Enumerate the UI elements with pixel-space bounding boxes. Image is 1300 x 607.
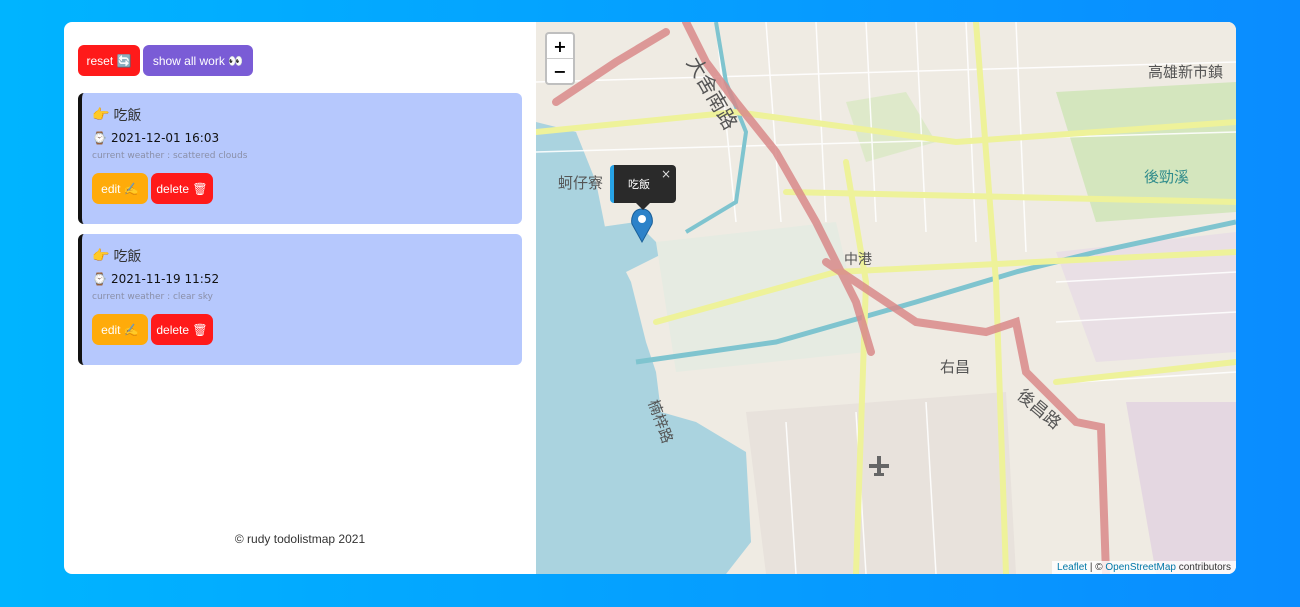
task-title: 吃飯 bbox=[113, 108, 142, 124]
show-all-work-button[interactable]: show all work 👀 bbox=[143, 45, 253, 76]
pointing-hand-icon: 👉 bbox=[92, 107, 110, 123]
toolbar: reset 🔄 show all work 👀 bbox=[78, 45, 522, 76]
task-weather: current weather : scattered clouds bbox=[92, 151, 248, 161]
task-datetime: 2021-11-19 11:52 bbox=[110, 272, 220, 286]
task-weather: current weather : clear sky bbox=[92, 292, 213, 302]
task-title: 吃飯 bbox=[113, 249, 142, 265]
footer-copyright: © rudy todolistmap 2021 bbox=[234, 532, 366, 546]
task-title-row: 👉 吃飯 bbox=[92, 246, 512, 266]
refresh-icon: 🔄 bbox=[116, 53, 132, 68]
app-card: reset 🔄 show all work 👀 👉 吃飯 ⌚ 2021-12-0… bbox=[64, 22, 1236, 574]
close-icon[interactable]: × bbox=[661, 167, 671, 181]
zoom-in-button[interactable]: + bbox=[547, 34, 573, 58]
delete-button[interactable]: delete 🗑 bbox=[151, 314, 213, 345]
writing-hand-icon: ✍ bbox=[123, 322, 139, 337]
task-time-row: ⌚ 2021-12-01 16:03 bbox=[92, 131, 512, 145]
reset-button[interactable]: reset 🔄 bbox=[78, 45, 140, 76]
edit-button[interactable]: edit ✍ bbox=[92, 173, 148, 204]
watch-icon: ⌚ bbox=[92, 272, 107, 286]
edit-label: edit bbox=[101, 181, 121, 196]
leaflet-link[interactable]: Leaflet bbox=[1057, 562, 1087, 573]
eyes-icon: 👀 bbox=[228, 53, 244, 68]
reset-label: reset bbox=[86, 53, 114, 68]
attribution-separator: | © bbox=[1087, 562, 1106, 573]
task-card: 👉 吃飯 ⌚ 2021-11-19 11:52 current weather … bbox=[78, 234, 522, 365]
zoom-control: + − bbox=[545, 32, 575, 85]
show-all-label: show all work bbox=[152, 53, 225, 68]
map-label: 右昌 bbox=[940, 358, 970, 376]
map-label: 高雄新市鎮 bbox=[1148, 63, 1223, 81]
map-view[interactable]: 大舍南路 蚵仔寮 後勁溪 高雄新市鎮 中港 右昌 後昌路 楠梓路 + − 吃飯 … bbox=[536, 22, 1236, 574]
task-actions: edit ✍ delete 🗑 bbox=[92, 173, 512, 204]
task-title-row: 👉 吃飯 bbox=[92, 105, 512, 125]
map-attribution: Leaflet | © OpenStreetMap contributors bbox=[1052, 561, 1236, 574]
openstreetmap-link[interactable]: OpenStreetMap bbox=[1105, 562, 1176, 573]
edit-button[interactable]: edit ✍ bbox=[92, 314, 148, 345]
map-label: 後昌路 bbox=[1013, 386, 1065, 434]
writing-hand-icon: ✍ bbox=[123, 181, 139, 196]
trash-icon: 🗑 bbox=[192, 322, 208, 337]
pointing-hand-icon: 👉 bbox=[92, 248, 110, 264]
map-label: 中港 bbox=[844, 252, 872, 268]
todo-panel: reset 🔄 show all work 👀 👉 吃飯 ⌚ 2021-12-0… bbox=[64, 22, 536, 574]
task-actions: edit ✍ delete 🗑 bbox=[92, 314, 512, 345]
map-label: 蚵仔寮 bbox=[558, 174, 603, 192]
trash-icon: 🗑 bbox=[192, 181, 208, 196]
delete-button[interactable]: delete 🗑 bbox=[151, 173, 213, 204]
popup-text: 吃飯 bbox=[628, 178, 650, 191]
watch-icon: ⌚ bbox=[92, 131, 107, 145]
map-tiles[interactable]: 大舍南路 蚵仔寮 後勁溪 高雄新市鎮 中港 右昌 後昌路 楠梓路 bbox=[536, 22, 1236, 574]
delete-label: delete bbox=[156, 181, 190, 196]
delete-label: delete bbox=[156, 322, 190, 337]
task-datetime: 2021-12-01 16:03 bbox=[110, 131, 220, 145]
map-label: 後勁溪 bbox=[1144, 168, 1189, 186]
zoom-out-button[interactable]: − bbox=[547, 58, 573, 83]
attribution-suffix: contributors bbox=[1175, 562, 1231, 573]
task-time-row: ⌚ 2021-11-19 11:52 bbox=[92, 272, 512, 286]
task-card: 👉 吃飯 ⌚ 2021-12-01 16:03 current weather … bbox=[78, 93, 522, 224]
map-popup: 吃飯 × bbox=[610, 165, 676, 210]
edit-label: edit bbox=[101, 322, 121, 337]
